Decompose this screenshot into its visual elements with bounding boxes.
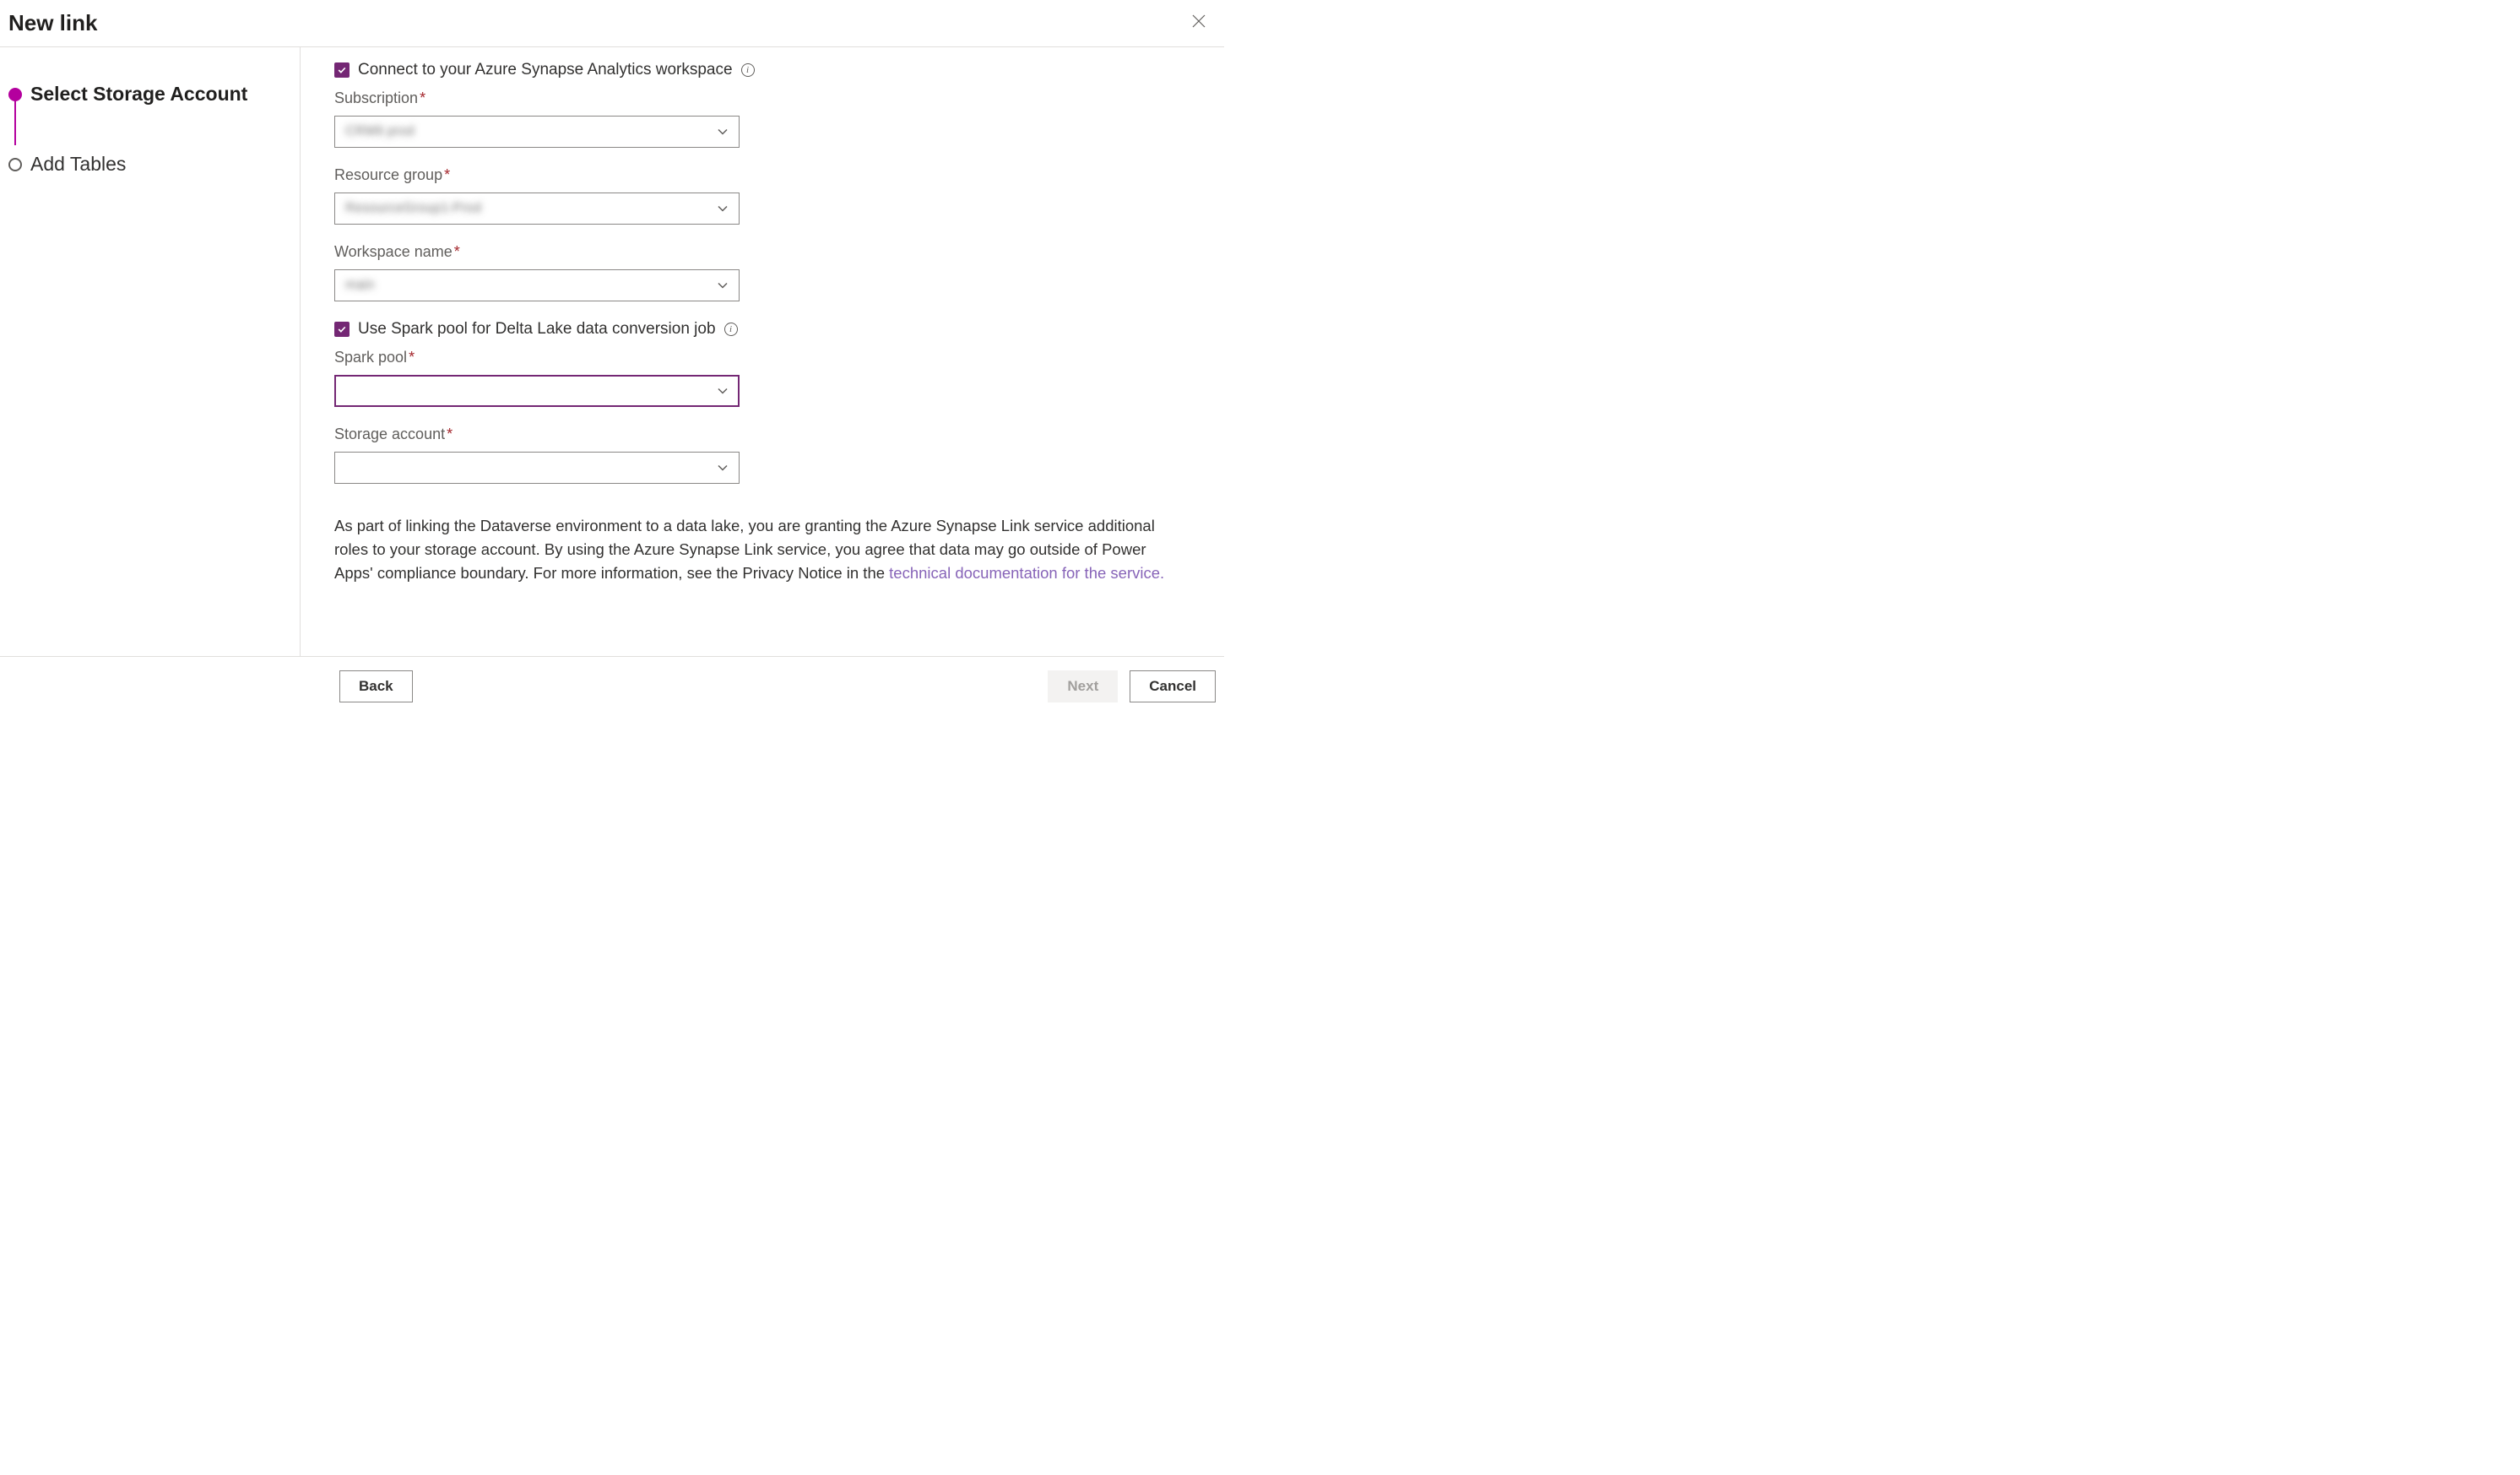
sparkpool-checkbox[interactable] <box>334 322 350 337</box>
dialog-body: Select Storage Account Add Tables Connec… <box>0 47 1224 657</box>
step-label: Select Storage Account <box>30 83 247 106</box>
workspace-value: main <box>345 278 375 293</box>
storage-select[interactable] <box>334 452 740 484</box>
storage-field: Storage account* <box>334 426 1200 484</box>
connect-synapse-checkbox[interactable] <box>334 62 350 78</box>
workspace-field: Workspace name* main <box>334 243 1200 301</box>
disclaimer-text: As part of linking the Dataverse environ… <box>334 514 1179 584</box>
chevron-down-icon <box>717 385 729 397</box>
resourcegroup-select[interactable]: ResourceGroup1-Prod <box>334 193 740 225</box>
wizard-step-add-tables[interactable]: Add Tables <box>8 153 291 176</box>
sparkpool-label: Spark pool* <box>334 349 1200 366</box>
disclaimer-link[interactable]: technical documentation for the service. <box>889 564 1164 582</box>
checkmark-icon <box>337 324 347 334</box>
workspace-select[interactable]: main <box>334 269 740 301</box>
dialog-title: New link <box>8 10 97 36</box>
info-icon[interactable]: i <box>741 63 755 77</box>
connect-synapse-row: Connect to your Azure Synapse Analytics … <box>334 61 1200 79</box>
cancel-button[interactable]: Cancel <box>1130 670 1216 702</box>
back-button[interactable]: Back <box>339 670 413 702</box>
close-icon <box>1192 14 1206 28</box>
close-button[interactable] <box>1185 10 1212 36</box>
connect-synapse-label: Connect to your Azure Synapse Analytics … <box>358 61 733 79</box>
checkmark-icon <box>337 65 347 75</box>
subscription-value: CRM6 prod <box>345 124 415 139</box>
resourcegroup-value: ResourceGroup1-Prod <box>345 201 481 216</box>
step-connector <box>14 96 16 145</box>
chevron-down-icon <box>717 203 729 214</box>
dialog-footer: Back Next Cancel <box>0 657 1224 716</box>
next-button: Next <box>1048 670 1118 702</box>
chevron-down-icon <box>717 126 729 138</box>
storage-label: Storage account* <box>334 426 1200 443</box>
wizard-sidebar: Select Storage Account Add Tables <box>0 47 301 656</box>
subscription-label: Subscription* <box>334 89 1200 107</box>
form-scroll[interactable]: Connect to your Azure Synapse Analytics … <box>301 47 1224 656</box>
chevron-down-icon <box>717 279 729 291</box>
info-icon[interactable]: i <box>724 323 738 336</box>
step-label: Add Tables <box>30 153 126 176</box>
subscription-select[interactable]: CRM6 prod <box>334 116 740 148</box>
sparkpool-field: Spark pool* <box>334 349 1200 407</box>
sparkpool-check-label: Use Spark pool for Delta Lake data conve… <box>358 320 716 339</box>
resourcegroup-label: Resource group* <box>334 166 1200 184</box>
wizard-step-select-storage[interactable]: Select Storage Account <box>8 83 291 106</box>
sparkpool-select[interactable] <box>334 375 740 407</box>
sparkpool-check-row: Use Spark pool for Delta Lake data conve… <box>334 320 1200 339</box>
form-area: Connect to your Azure Synapse Analytics … <box>301 47 1224 656</box>
subscription-field: Subscription* CRM6 prod <box>334 89 1200 148</box>
resourcegroup-field: Resource group* ResourceGroup1-Prod <box>334 166 1200 225</box>
step-dot-inactive-icon <box>8 158 22 171</box>
dialog-header: New link <box>0 0 1224 47</box>
chevron-down-icon <box>717 462 729 474</box>
workspace-label: Workspace name* <box>334 243 1200 261</box>
